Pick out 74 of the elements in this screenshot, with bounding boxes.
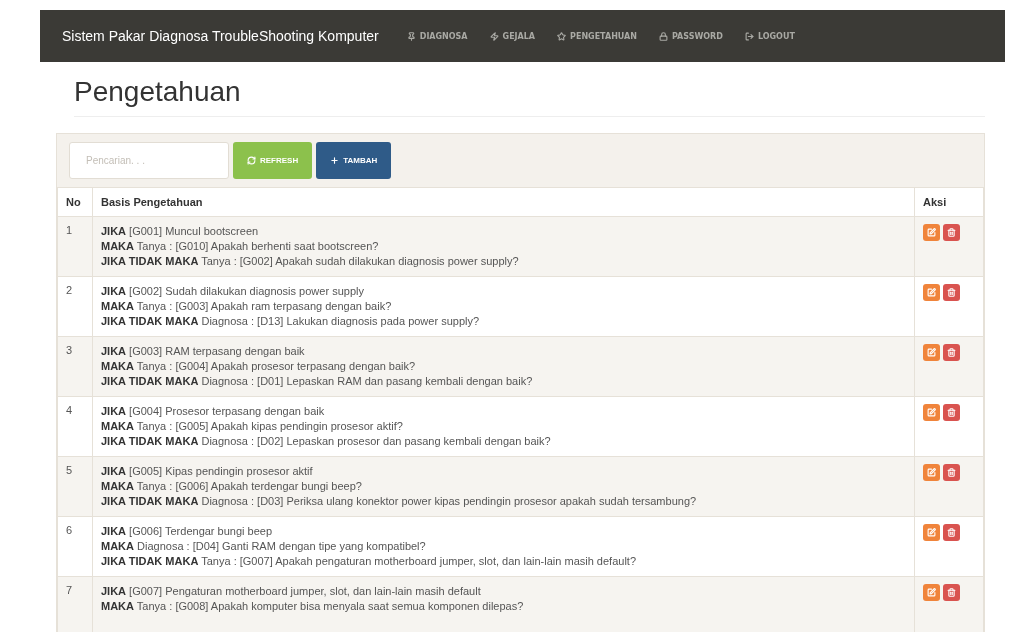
edit-button[interactable] [923, 344, 940, 361]
lock-icon [659, 31, 668, 41]
trash-icon [947, 228, 956, 237]
rule-line: JIKA [G004] Prosesor terpasang dengan baik [101, 404, 326, 419]
column-header: Aksi [914, 187, 984, 217]
rule-line: MAKA Tanya : [G008] Apakah komputer bisa menyala saat semua komponen dilepas? [101, 599, 525, 614]
table-cell: 4 [57, 396, 93, 457]
trash-icon [947, 348, 956, 357]
pin-icon [406, 31, 416, 41]
nav-link[interactable]: GEJALA [489, 31, 536, 41]
edit-icon [927, 408, 936, 417]
rule-line: MAKA Tanya : [G004] Apakah prosesor terpasang dengan baik? [101, 359, 417, 374]
edit-icon [927, 348, 936, 357]
edit-icon [927, 468, 936, 477]
delete-button[interactable] [943, 224, 960, 241]
rule-line: JIKA TIDAK MAKA Tanya : [G007] Apakah pengaturan motherboard jumper, slot, dan lain-lain masih default? [101, 554, 637, 569]
nav-link[interactable]: LOGOUT [744, 31, 795, 41]
trash-icon [947, 588, 956, 597]
table-cell: 3 [57, 336, 93, 397]
page-title: Pengetahuan [74, 76, 985, 117]
edit-icon [927, 588, 936, 597]
edit-button[interactable] [923, 464, 940, 481]
rule-line: MAKA Tanya : [G005] Apakah kipas pendingin prosesor aktif? [101, 419, 404, 434]
column-header: No [57, 187, 93, 217]
rule-line: JIKA TIDAK MAKA Diagnosa : [D13] Lakukan diagnosis pada power supply? [101, 314, 481, 329]
add-button[interactable]: TAMBAH [316, 142, 392, 179]
star-icon [557, 31, 567, 41]
rule-line: JIKA [G003] RAM terpasang dengan baik [101, 344, 306, 359]
edit-icon [927, 528, 936, 537]
trash-icon [947, 528, 956, 537]
edit-button[interactable] [923, 404, 940, 421]
edit-button[interactable] [923, 524, 940, 541]
column-header: Basis Pengetahuan [92, 187, 915, 217]
table-cell: 5 [57, 456, 93, 517]
edit-button[interactable] [923, 284, 940, 301]
delete-button[interactable] [943, 524, 960, 541]
edit-button[interactable] [923, 224, 940, 241]
delete-button[interactable] [943, 464, 960, 481]
search-field[interactable]: Pencarian. . . [69, 142, 229, 179]
rule-line: JIKA TIDAK MAKA Diagnosa : [D03] Periksa ulang konektor power kipas pendingin prosesor apakah sudah tersambung? [101, 494, 698, 509]
rule-line: JIKA [G007] Pengaturan motherboard jumper, slot, dan lain-lain masih default [101, 584, 482, 599]
rule-line: JIKA TIDAK MAKA Diagnosa : [D01] Lepaskan RAM dan pasang kembali dengan baik? [101, 374, 534, 389]
rule-line: MAKA Tanya : [G006] Apakah terdengar bungi beep? [101, 479, 363, 494]
rule-line: MAKA Diagnosa : [D04] Ganti RAM dengan tipe yang kompatibel? [101, 539, 427, 554]
rule-line: MAKA Tanya : [G003] Apakah ram terpasang dengan baik? [101, 299, 393, 314]
nav-link[interactable]: PENGETAHUAN [557, 31, 637, 41]
edit-icon [927, 228, 936, 237]
refresh-icon [247, 156, 256, 165]
trash-icon [947, 468, 956, 477]
rule-line: JIKA [G005] Kipas pendingin prosesor aktif [101, 464, 314, 479]
table-cell: 2 [57, 276, 93, 337]
edit-button[interactable] [923, 584, 940, 601]
table-cell: 7 [57, 576, 93, 632]
delete-button[interactable] [943, 404, 960, 421]
nav-link[interactable]: DIAGNOSA [406, 31, 468, 41]
table-cell: 1 [57, 216, 93, 277]
delete-button[interactable] [943, 344, 960, 361]
edit-icon [927, 288, 936, 297]
nav-link[interactable]: PASSWORD [659, 31, 723, 41]
bolt-icon [489, 31, 499, 41]
rule-line: JIKA [G001] Muncul bootscreen [101, 224, 260, 239]
trash-icon [947, 408, 956, 417]
rule-line: MAKA Tanya : [G010] Apakah berhenti saat bootscreen? [101, 239, 380, 254]
logout-icon [744, 31, 754, 41]
rule-line: JIKA [G006] Terdengar bungi beep [101, 524, 274, 539]
trash-icon [947, 288, 956, 297]
delete-button[interactable] [943, 284, 960, 301]
table-cell: 6 [57, 516, 93, 577]
brand-title[interactable]: Sistem Pakar Diagnosa TroubleShooting Komputer [62, 28, 379, 44]
rule-line: JIKA TIDAK MAKA Diagnosa : [D02] Lepaskan prosesor dan pasang kembali dengan baik? [101, 434, 552, 449]
rule-line: JIKA [G002] Sudah dilakukan diagnosis power supply [101, 284, 365, 299]
plus-icon [330, 156, 340, 165]
delete-button[interactable] [943, 584, 960, 601]
rule-line: JIKA TIDAK MAKA Tanya : [G002] Apakah sudah dilakukan diagnosis power supply? [101, 254, 520, 269]
